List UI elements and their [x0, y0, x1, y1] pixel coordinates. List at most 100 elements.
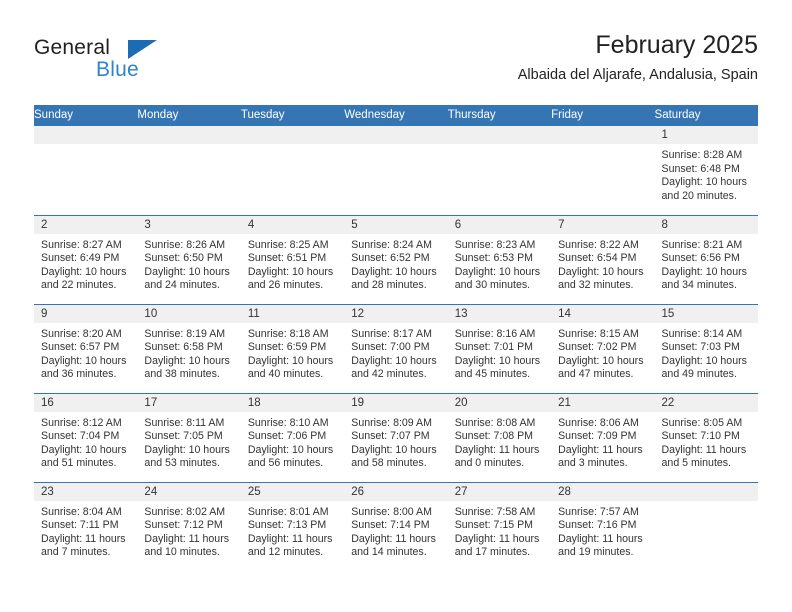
daylight-duration: Daylight: 11 hours and 14 minutes.	[351, 532, 436, 559]
day-number: 23	[34, 482, 138, 501]
calendar-day-cell[interactable]: 4 Sunrise: 8:25 AM Sunset: 6:51 PM Daylight…	[240, 214, 345, 304]
sunrise-time: Sunrise: 8:22 AM	[558, 238, 639, 251]
calendar-day-cell[interactable]: 13 Sunrise: 8:16 AM Sunset: 7:01 PM Dayligh…	[447, 303, 552, 393]
calendar-day-cell[interactable]: 1 Sunrise: 8:28 AM Sunset: 6:48 PM Daylight…	[654, 126, 758, 215]
day-cell-content: 14 Sunrise: 8:15 AM Sunset: 7:02 PM Dayligh…	[551, 304, 655, 393]
daylight-duration: Daylight: 10 hours and 49 minutes.	[661, 354, 747, 381]
calendar-day-cell[interactable]: 18 Sunrise: 8:10 AM Sunset: 7:06 PM Dayligh…	[240, 392, 345, 482]
sunset-time: Sunset: 6:53 PM	[454, 252, 534, 265]
calendar-day-cell[interactable]: 17 Sunrise: 8:11 AM Sunset: 7:05 PM Dayligh…	[137, 392, 241, 482]
calendar-day-cell[interactable]: 8 Sunrise: 8:21 AM Sunset: 6:56 PM Daylight…	[654, 214, 758, 304]
logo-triangle-icon	[128, 40, 157, 59]
day-cell-content	[344, 126, 448, 215]
sunrise-time: Sunrise: 8:09 AM	[351, 416, 432, 429]
sun-info: Sunrise: 8:02 AM Sunset: 7:12 PM Daylight:…	[137, 501, 240, 560]
sunrise-time: Sunrise: 8:16 AM	[454, 327, 536, 340]
sun-info: Sunrise: 8:21 AM Sunset: 6:56 PM Daylight:…	[655, 234, 758, 293]
calendar-day-cell[interactable]: 14 Sunrise: 8:15 AM Sunset: 7:02 PM Dayligh…	[551, 303, 655, 393]
sunrise-time: Sunrise: 8:11 AM	[144, 416, 225, 429]
daylight-duration: Daylight: 10 hours and 53 minutes.	[144, 443, 230, 470]
sunset-time: Sunset: 6:49 PM	[41, 252, 120, 265]
sunrise-sunset-calendar: Sunday Monday Tuesday Wednesday Thursday Frid…	[34, 105, 758, 571]
calendar-day-cell[interactable]: 27 Sunrise: 7:58 AM Sunset: 7:15 PM Dayligh…	[447, 481, 552, 571]
weekday-header-wednesday: Wednesday	[344, 105, 448, 126]
day-number: 22	[654, 393, 758, 412]
day-cell-content: 11 Sunrise: 8:18 AM Sunset: 6:59 PM Dayligh…	[240, 304, 345, 393]
calendar-day-cell[interactable]: 19 Sunrise: 8:09 AM Sunset: 7:07 PM Dayligh…	[344, 392, 448, 482]
sun-info: Sunrise: 8:28 AM Sunset: 6:48 PM Daylight:…	[655, 144, 758, 203]
calendar-day-cell[interactable]: 11 Sunrise: 8:18 AM Sunset: 6:59 PM Dayligh…	[240, 303, 345, 393]
day-number: 9	[34, 304, 138, 323]
day-number: 28	[551, 482, 655, 501]
sun-info: Sunrise: 8:09 AM Sunset: 7:07 PM Daylight:…	[344, 412, 447, 471]
day-number: 11	[240, 304, 345, 323]
daylight-duration: Daylight: 10 hours and 22 minutes.	[41, 265, 127, 292]
day-number	[240, 126, 345, 144]
calendar-page: General Blue February 2025 Albaida del A…	[0, 0, 792, 612]
calendar-week-row: 2 Sunrise: 8:27 AM Sunset: 6:49 PM Daylight…	[34, 214, 758, 304]
calendar-day-cell[interactable]: 21 Sunrise: 8:06 AM Sunset: 7:09 PM Dayligh…	[551, 392, 655, 482]
calendar-day-cell[interactable]: 25 Sunrise: 8:01 AM Sunset: 7:13 PM Dayligh…	[240, 481, 345, 571]
daylight-duration: Daylight: 10 hours and 32 minutes.	[558, 265, 644, 292]
calendar-day-cell[interactable]: 7 Sunrise: 8:22 AM Sunset: 6:54 PM Daylight…	[551, 214, 655, 304]
day-cell-content	[654, 482, 758, 572]
page-title: February 2025	[595, 31, 758, 59]
calendar-day-cell[interactable]: 3 Sunrise: 8:26 AM Sunset: 6:50 PM Daylight…	[137, 214, 241, 304]
calendar-day-cell[interactable]: 2 Sunrise: 8:27 AM Sunset: 6:49 PM Daylight…	[34, 214, 138, 304]
daylight-duration: Daylight: 11 hours and 7 minutes.	[41, 532, 126, 559]
day-cell-content: 9 Sunrise: 8:20 AM Sunset: 6:57 PM Daylight…	[34, 304, 138, 393]
sunrise-time: Sunrise: 8:10 AM	[247, 416, 329, 429]
calendar-day-cell[interactable]: 28 Sunrise: 7:57 AM Sunset: 7:16 PM Dayligh…	[551, 481, 655, 571]
calendar-day-cell[interactable]: 10 Sunrise: 8:19 AM Sunset: 6:58 PM Dayligh…	[137, 303, 241, 393]
day-cell-content: 17 Sunrise: 8:11 AM Sunset: 7:05 PM Dayligh…	[137, 393, 241, 482]
sunset-time: Sunset: 7:08 PM	[454, 430, 534, 443]
calendar-day-cell[interactable]: 5 Sunrise: 8:24 AM Sunset: 6:52 PM Daylight…	[344, 214, 448, 304]
day-number: 1	[654, 126, 758, 144]
sun-info: Sunrise: 8:00 AM Sunset: 7:14 PM Daylight:…	[344, 501, 447, 560]
calendar-day-cell[interactable]: 22 Sunrise: 8:05 AM Sunset: 7:10 PM Dayligh…	[654, 392, 758, 482]
daylight-duration: Daylight: 10 hours and 47 minutes.	[558, 354, 644, 381]
sun-info: Sunrise: 8:04 AM Sunset: 7:11 PM Daylight:…	[34, 501, 137, 560]
sunset-time: Sunset: 7:05 PM	[144, 430, 223, 443]
weekday-header-monday: Monday	[137, 105, 241, 126]
calendar-day-cell[interactable]: 23 Sunrise: 8:04 AM Sunset: 7:11 PM Dayligh…	[34, 481, 138, 571]
sunrise-time: Sunrise: 8:24 AM	[351, 238, 432, 251]
calendar-cell-empty	[654, 481, 758, 572]
sun-info: Sunrise: 8:19 AM Sunset: 6:58 PM Daylight:…	[137, 323, 240, 382]
sun-info: Sunrise: 8:27 AM Sunset: 6:49 PM Daylight:…	[34, 234, 137, 293]
day-cell-content: 12 Sunrise: 8:17 AM Sunset: 7:00 PM Dayligh…	[344, 304, 448, 393]
daylight-duration: Daylight: 11 hours and 17 minutes.	[454, 532, 540, 559]
day-number	[447, 126, 552, 144]
sun-info: Sunrise: 8:17 AM Sunset: 7:00 PM Daylight:…	[344, 323, 447, 382]
calendar-day-cell[interactable]: 16 Sunrise: 8:12 AM Sunset: 7:04 PM Dayligh…	[34, 392, 138, 482]
day-number: 24	[137, 482, 241, 501]
sunset-time: Sunset: 7:03 PM	[661, 341, 740, 354]
calendar-day-cell[interactable]: 26 Sunrise: 8:00 AM Sunset: 7:14 PM Dayligh…	[344, 481, 448, 572]
sunrise-time: Sunrise: 8:15 AM	[558, 327, 639, 340]
day-cell-content: 1 Sunrise: 8:28 AM Sunset: 6:48 PM Daylight…	[654, 126, 758, 215]
calendar-day-cell[interactable]: 6 Sunrise: 8:23 AM Sunset: 6:53 PM Daylight…	[447, 214, 552, 304]
sunrise-time: Sunrise: 8:19 AM	[144, 327, 226, 340]
day-cell-content: 6 Sunrise: 8:23 AM Sunset: 6:53 PM Daylight…	[447, 215, 552, 304]
daylight-duration: Daylight: 10 hours and 51 minutes.	[41, 443, 127, 470]
calendar-day-cell[interactable]: 24 Sunrise: 8:02 AM Sunset: 7:12 PM Dayligh…	[137, 481, 241, 572]
page-header: General Blue February 2025 Albaida del A…	[34, 30, 758, 100]
day-number: 4	[240, 215, 345, 234]
calendar-day-cell[interactable]: 20 Sunrise: 8:08 AM Sunset: 7:08 PM Dayligh…	[447, 392, 552, 482]
calendar-day-cell[interactable]: 12 Sunrise: 8:17 AM Sunset: 7:00 PM Dayligh…	[344, 303, 448, 393]
daylight-duration: Daylight: 10 hours and 58 minutes.	[351, 443, 437, 470]
sunset-time: Sunset: 6:58 PM	[144, 341, 223, 354]
day-cell-content	[551, 126, 655, 215]
day-number: 12	[344, 304, 448, 323]
calendar-day-cell[interactable]: 9 Sunrise: 8:20 AM Sunset: 6:57 PM Daylight…	[34, 303, 138, 393]
sun-info: Sunrise: 8:01 AM Sunset: 7:13 PM Daylight:…	[241, 501, 344, 560]
general-blue-logo[interactable]: General Blue	[34, 36, 244, 94]
daylight-duration: Daylight: 10 hours and 34 minutes.	[661, 265, 747, 292]
calendar-day-cell[interactable]: 15 Sunrise: 8:14 AM Sunset: 7:03 PM Dayligh…	[654, 303, 758, 393]
day-cell-content: 26 Sunrise: 8:00 AM Sunset: 7:14 PM Dayligh…	[344, 482, 448, 572]
weekday-header-thursday: Thursday	[447, 105, 552, 126]
day-number: 27	[447, 482, 552, 501]
sunrise-time: Sunrise: 8:06 AM	[558, 416, 639, 429]
day-cell-content: 24 Sunrise: 8:02 AM Sunset: 7:12 PM Dayligh…	[137, 482, 241, 572]
sun-info: Sunrise: 8:22 AM Sunset: 6:54 PM Daylight:…	[551, 234, 654, 293]
